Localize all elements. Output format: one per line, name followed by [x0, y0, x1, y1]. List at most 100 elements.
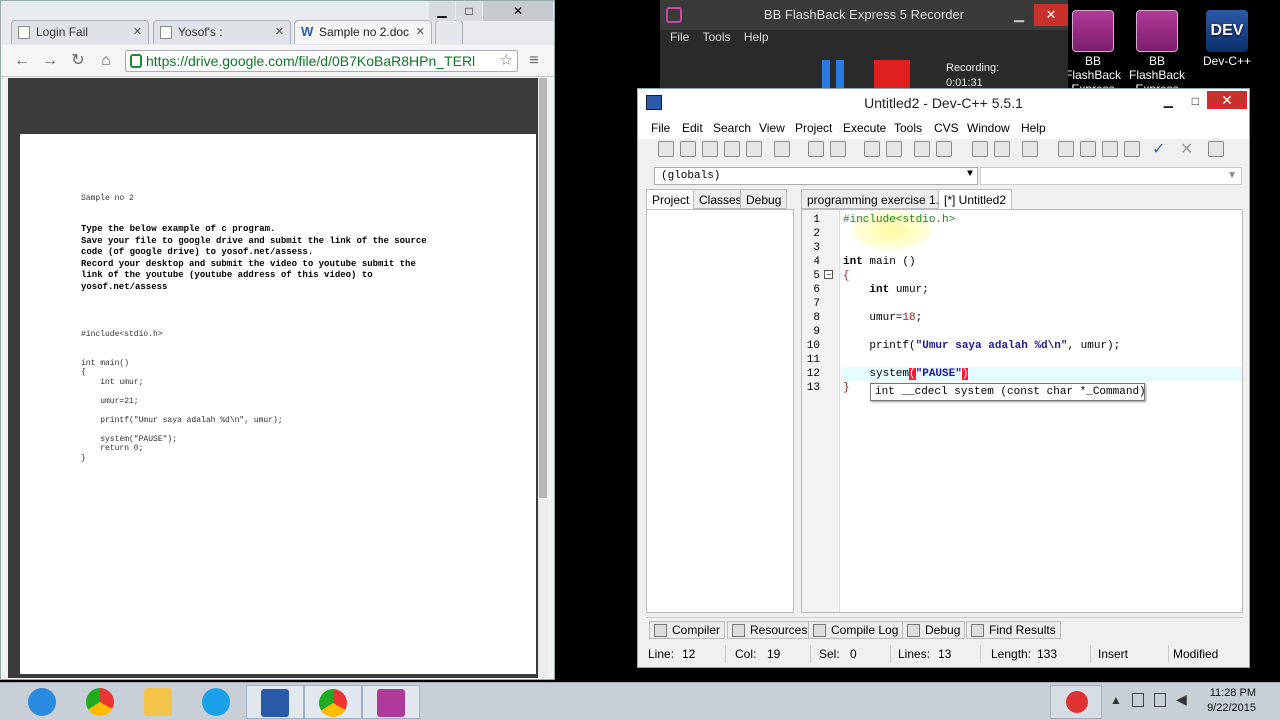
globals-combo[interactable]: (globals) ▼ — [654, 167, 978, 185]
grid-icon[interactable] — [1124, 141, 1140, 157]
taskbar-chrome-active[interactable] — [304, 685, 362, 719]
chrome-menu-icon[interactable]: ≡ — [523, 51, 545, 71]
layout-icon[interactable] — [1102, 141, 1118, 157]
new-file-icon[interactable] — [658, 141, 674, 157]
menu-project[interactable]: Project — [795, 121, 832, 135]
stop-button[interactable] — [874, 60, 910, 90]
volume-icon[interactable]: ◀ — [1176, 691, 1187, 708]
tab-sample-doc[interactable]: W Sample no 2.doc ✕ — [294, 20, 432, 44]
chart-icon[interactable] — [1208, 141, 1224, 157]
window-icon[interactable] — [1080, 141, 1096, 157]
tray-recorder[interactable] — [1050, 685, 1102, 719]
taskbar-explorer[interactable] — [130, 685, 188, 719]
tab-login-fail[interactable]: Login Fail ✕ — [11, 20, 149, 44]
close-button[interactable]: ✕ — [1034, 4, 1068, 26]
redo-icon[interactable] — [830, 141, 846, 157]
menu-file[interactable]: File — [651, 121, 670, 135]
document-page: Sample no 2 Type the below example of c … — [20, 134, 536, 674]
new-tab-button[interactable] — [435, 20, 463, 44]
indent-icon[interactable] — [914, 141, 930, 157]
menu-search[interactable]: Search — [713, 121, 751, 135]
status-sel: 0 — [850, 647, 857, 661]
menu-tools[interactable]: Tools — [894, 121, 922, 135]
doc-code-line: return 0; — [81, 444, 144, 453]
close-button[interactable]: ✕ — [1207, 91, 1247, 109]
print-icon[interactable] — [774, 141, 790, 157]
tab-debug-bottom[interactable]: Debug — [902, 621, 966, 639]
tab-compile-log[interactable]: Compile Log — [808, 621, 904, 639]
menu-edit[interactable]: Edit — [682, 121, 703, 135]
save-icon[interactable] — [702, 141, 718, 157]
find-icon[interactable] — [864, 141, 880, 157]
record-icon — [1066, 691, 1088, 713]
goto-icon[interactable] — [936, 141, 952, 157]
reload-icon[interactable]: ↻ — [67, 51, 89, 71]
menu-window[interactable]: Window — [967, 121, 1010, 135]
clock[interactable]: 11:28 PM 9/22/2015 — [1207, 686, 1256, 716]
pause-icon[interactable] — [822, 60, 830, 90]
taskbar-ie[interactable] — [14, 685, 72, 719]
line-number: 13 — [806, 382, 820, 394]
toggle-icon[interactable] — [1022, 141, 1038, 157]
maximize-button[interactable]: □ — [456, 1, 482, 21]
tab-programming-exercise[interactable]: programming exercise 1.c — [801, 189, 952, 209]
undo-icon[interactable] — [808, 141, 824, 157]
close-tab-icon[interactable]: ✕ — [275, 25, 284, 38]
function-combo[interactable]: ▼ — [980, 167, 1242, 185]
code-editor[interactable]: 1 2 3 4 5 6 7 8 9 10 11 12 13 − #include<stdio.h> in… — [801, 209, 1243, 613]
close-button[interactable]: ✕ — [483, 1, 553, 21]
home-icon[interactable]: ⌂ — [95, 51, 117, 71]
tab-find-results[interactable]: Find Results — [966, 621, 1061, 639]
bookmark-star-icon[interactable]: ☆ — [500, 51, 513, 69]
menu-cvs[interactable]: CVS — [934, 121, 959, 135]
tab-resources[interactable]: Resources — [727, 621, 813, 639]
back-icon[interactable]: ← — [11, 51, 33, 71]
flag-icon[interactable] — [1132, 693, 1144, 707]
tab-untitled2[interactable]: [*] Untitled2 — [938, 189, 1013, 209]
devcpp-icon — [261, 689, 289, 717]
page-icon — [18, 26, 30, 39]
scrollbar[interactable] — [538, 78, 548, 678]
address-bar[interactable]: https://drive.google.com/file/d/0B7KoBaR… — [125, 50, 518, 72]
save-all-icon[interactable] — [724, 141, 740, 157]
tab-project[interactable]: Project — [646, 189, 696, 209]
line-gutter: 1 2 3 4 5 6 7 8 9 10 11 12 13 — [802, 210, 840, 612]
minimize-button[interactable]: ▁ — [429, 1, 455, 21]
doc-code-line: int umur; — [81, 377, 144, 387]
menu-help[interactable]: Help — [744, 30, 769, 44]
forward-icon[interactable]: → — [39, 51, 61, 71]
menu-view[interactable]: View — [759, 121, 785, 135]
minimize-button[interactable]: ▁ — [1014, 0, 1024, 30]
close-file-icon[interactable] — [746, 141, 762, 157]
menu-tools[interactable]: Tools — [702, 30, 730, 44]
close-tab-icon[interactable]: ✕ — [133, 25, 142, 38]
tab-debug[interactable]: Debug — [740, 189, 788, 209]
maximize-button[interactable]: □ — [1192, 87, 1199, 115]
forward-icon[interactable] — [994, 141, 1010, 157]
taskbar-skype[interactable] — [188, 685, 246, 719]
tab-yosofs[interactable]: Yosof's : ✕ — [153, 20, 291, 44]
close-tab-icon[interactable]: ✕ — [416, 25, 425, 38]
taskbar-bb-recorder[interactable] — [362, 685, 420, 719]
network-icon[interactable] — [1154, 693, 1166, 707]
menu-file[interactable]: File — [670, 30, 689, 44]
replace-icon[interactable] — [886, 141, 902, 157]
doc-instruction-line: yosof.net/assess — [81, 281, 168, 292]
delete-icon[interactable]: ✕ — [1180, 139, 1196, 158]
taskbar-devcpp[interactable] — [246, 685, 304, 719]
doc-instruction-line: Type the below example of c program. — [81, 224, 276, 234]
tray-expand-icon[interactable]: ▲ — [1110, 693, 1122, 707]
scrollbar-thumb[interactable] — [539, 78, 547, 498]
minimize-button[interactable]: ▁ — [1164, 87, 1173, 115]
open-icon[interactable] — [680, 141, 696, 157]
taskbar-chrome[interactable] — [72, 685, 130, 719]
class-browser-icon[interactable] — [1058, 141, 1074, 157]
search-icon — [971, 624, 984, 637]
menu-execute[interactable]: Execute — [843, 121, 886, 135]
fold-icon[interactable]: − — [824, 270, 833, 279]
back-icon[interactable] — [972, 141, 988, 157]
check-icon[interactable]: ✓ — [1152, 139, 1168, 158]
menu-help[interactable]: Help — [1021, 121, 1046, 135]
tab-compiler[interactable]: Compiler — [649, 621, 726, 639]
desktop-icon-devcpp[interactable]: DEV Dev-C++ — [1192, 10, 1262, 68]
